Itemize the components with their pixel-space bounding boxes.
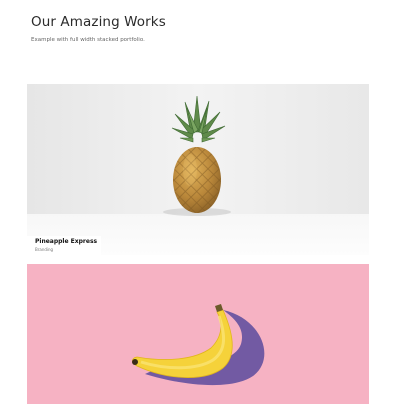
- pineapple-image: [27, 84, 369, 255]
- banana-image: [27, 264, 369, 404]
- portfolio-item-banana[interactable]: [27, 264, 369, 404]
- portfolio-item-pineapple[interactable]: Pineapple Express Branding: [27, 84, 369, 255]
- portfolio-item-category: Branding: [35, 247, 54, 252]
- page-title: Our Amazing Works: [31, 14, 166, 30]
- page-subtitle: Example with full width stacked portfoli…: [31, 37, 145, 43]
- portfolio-item-caption: Pineapple Express Branding: [27, 236, 101, 255]
- portfolio-item-title[interactable]: Pineapple Express: [35, 238, 97, 245]
